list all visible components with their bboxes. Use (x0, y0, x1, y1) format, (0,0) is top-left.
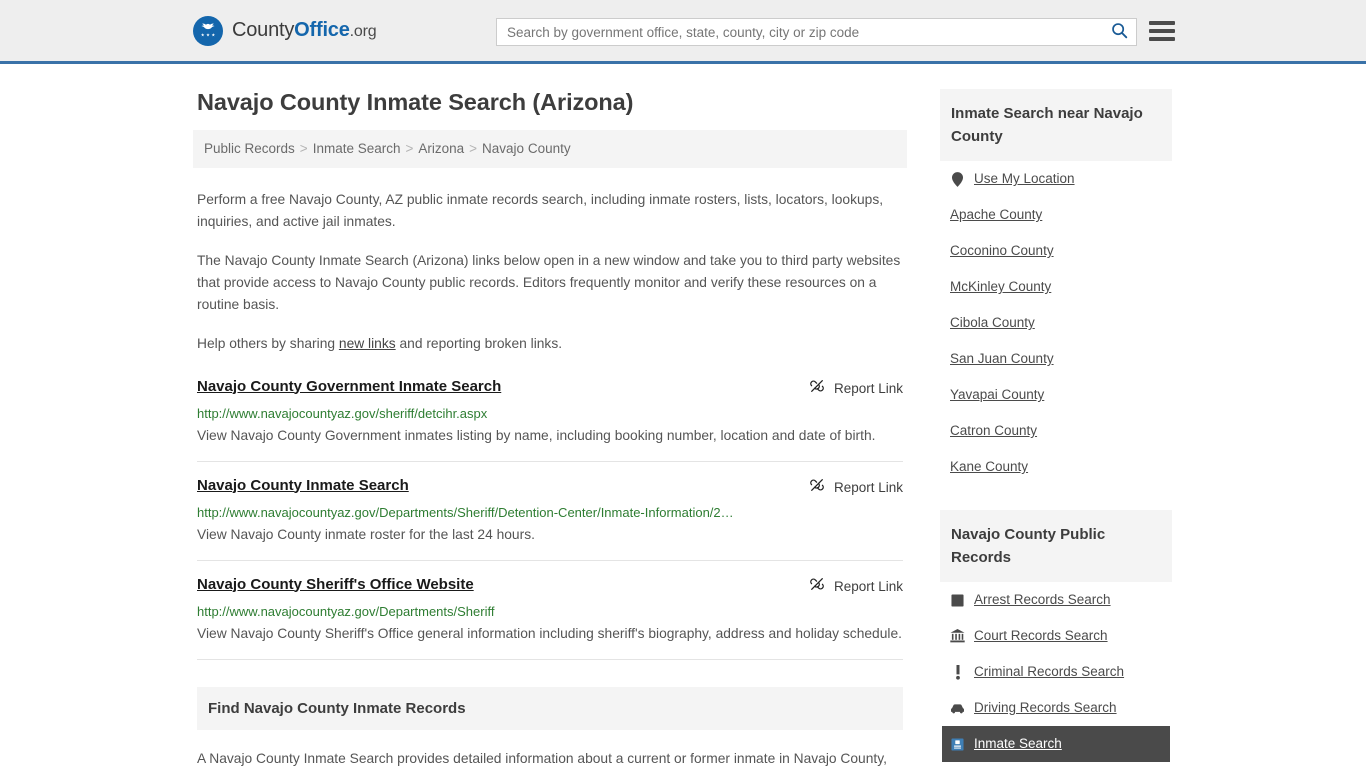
result-item: Navajo County Government Inmate Search R… (197, 377, 903, 462)
results-list: Navajo County Government Inmate Search R… (193, 377, 907, 660)
sidebar-item-cibola-county[interactable]: Cibola County (942, 305, 1170, 341)
sidebar-item-label: Catron County (950, 423, 1038, 438)
sidebar-item-label: Criminal Records Search (974, 664, 1125, 679)
intro-p3-after: and reporting broken links. (395, 335, 563, 351)
hamburger-bar (1149, 37, 1175, 41)
intro-p3-before: Help others by sharing (197, 335, 339, 351)
sidebar-item-court-records-search[interactable]: Court Records Search (942, 618, 1170, 654)
brand-part-office: Office (294, 19, 350, 41)
sidebar-item-kane-county[interactable]: Kane County (942, 449, 1170, 485)
sidebar-item-label: Apache County (950, 207, 1043, 222)
result-item: Navajo County Inmate Search Report Link (197, 476, 903, 561)
sidebar-item-label: Coconino County (950, 243, 1054, 258)
hamburger-bar (1149, 29, 1175, 33)
sidebar-item-san-juan-county[interactable]: San Juan County (942, 341, 1170, 377)
car-icon (950, 701, 965, 716)
report-link-label: Report Link (833, 479, 903, 495)
sidebar-item-arrest-records-search[interactable]: Arrest Records Search (942, 582, 1170, 618)
result-item: Navajo County Sheriff's Office Website R… (197, 575, 903, 660)
courthouse-icon (950, 629, 965, 644)
sidebar-item-coconino-county[interactable]: Coconino County (942, 233, 1170, 269)
brand-part-org: .org (349, 23, 377, 40)
sidebar-item-label: Kane County (950, 459, 1029, 474)
sidebar-item-label: San Juan County (950, 351, 1054, 366)
sidebar-item-label: Arrest Records Search (974, 592, 1111, 607)
sidebar-item-label: Use My Location (974, 171, 1075, 186)
intro-paragraph-1: Perform a free Navajo County, AZ public … (197, 191, 884, 229)
sidebar-item-label: Cibola County (950, 315, 1035, 330)
breadcrumb-item-navajo-county: Navajo County (482, 141, 571, 156)
search-button[interactable] (1102, 19, 1136, 45)
sidebar-item-criminal-records-search[interactable]: Criminal Records Search (942, 654, 1170, 690)
breadcrumb-item-public-records[interactable]: Public Records (204, 141, 295, 156)
sidebar-item-apache-county[interactable]: Apache County (942, 197, 1170, 233)
sidebar-item-label: Court Records Search (974, 628, 1108, 643)
report-link-button[interactable]: Report Link (809, 377, 903, 399)
broken-link-icon (809, 576, 825, 597)
sidebar-item-mckinley-county[interactable]: McKinley County (942, 269, 1170, 305)
search-bar[interactable] (496, 18, 1137, 46)
result-description: View Navajo County Government inmates li… (197, 427, 876, 443)
broken-link-icon (809, 378, 825, 399)
sidebar: Inmate Search near Navajo County Use My … (940, 64, 1172, 762)
result-title-link[interactable]: Navajo County Sheriff's Office Website (197, 575, 474, 595)
public-records-heading: Navajo County Public Records (940, 510, 1172, 582)
result-title-link[interactable]: Navajo County Inmate Search (197, 476, 409, 496)
fingerprint-card-icon (950, 593, 965, 608)
report-link-label: Report Link (833, 380, 903, 396)
brand-wordmark: CountyOffice.org (232, 19, 377, 42)
find-records-section: Find Navajo County Inmate Records A Nava… (193, 686, 907, 768)
sidebar-item-inmate-search[interactable]: Inmate Search (942, 726, 1170, 762)
breadcrumb-separator: > (299, 141, 308, 156)
eagle-shield-logo-icon (193, 15, 223, 46)
report-link-button[interactable]: Report Link (809, 476, 903, 498)
sidebar-item-catron-county[interactable]: Catron County (942, 413, 1170, 449)
brand-part-county: County (232, 19, 295, 41)
result-url[interactable]: http://www.navajocountyaz.gov/Department… (197, 603, 903, 620)
result-description: View Navajo County inmate roster for the… (197, 526, 535, 542)
intro-paragraph-2: The Navajo County Inmate Search (Arizona… (197, 252, 901, 312)
new-links-link[interactable]: new links (339, 336, 396, 351)
sidebar-item-yavapai-county[interactable]: Yavapai County (942, 377, 1170, 413)
main-content: Navajo County Inmate Search (Arizona) Pu… (193, 64, 907, 768)
breadcrumb: Public Records > Inmate Search > Arizona > Nav… (193, 130, 907, 168)
intro-text: Perform a free Navajo County, AZ public … (193, 189, 907, 355)
broken-link-icon (809, 477, 825, 498)
sidebar-item-driving-records-search[interactable]: Driving Records Search (942, 690, 1170, 726)
result-description: View Navajo County Sheriff's Office gene… (197, 625, 902, 641)
id-card-icon (950, 737, 965, 752)
breadcrumb-item-inmate-search[interactable]: Inmate Search (313, 141, 401, 156)
hamburger-menu-icon[interactable] (1149, 20, 1175, 42)
nearby-inmate-search-card: Inmate Search near Navajo County Use My … (940, 89, 1172, 485)
site-header: CountyOffice.org (0, 0, 1366, 64)
report-link-label: Report Link (833, 578, 903, 594)
result-url[interactable]: http://www.navajocountyaz.gov/Department… (197, 504, 903, 521)
sidebar-item-label: Driving Records Search (974, 700, 1117, 715)
hamburger-bar (1149, 21, 1175, 25)
report-link-button[interactable]: Report Link (809, 575, 903, 597)
breadcrumb-separator: > (405, 141, 414, 156)
nearby-card-heading: Inmate Search near Navajo County (940, 89, 1172, 161)
map-pin-icon (950, 171, 965, 187)
breadcrumb-item-arizona[interactable]: Arizona (418, 141, 464, 156)
sidebar-item-use-my-location[interactable]: Use My Location (942, 161, 1170, 197)
exclamation-icon (950, 664, 965, 680)
find-records-paragraph: A Navajo County Inmate Search provides d… (197, 750, 887, 766)
search-input[interactable] (497, 19, 1102, 45)
site-logo-link[interactable]: CountyOffice.org (193, 15, 377, 46)
page-container: Navajo County Inmate Search (Arizona) Pu… (0, 64, 1366, 768)
public-records-card: Navajo County Public Records Arrest Reco… (940, 510, 1172, 762)
result-url[interactable]: http://www.navajocountyaz.gov/sheriff/de… (197, 405, 903, 422)
intro-paragraph-3: Help others by sharing new links and rep… (197, 333, 903, 355)
search-icon (1111, 22, 1128, 42)
find-records-heading: Find Navajo County Inmate Records (197, 686, 903, 730)
breadcrumb-separator: > (469, 141, 478, 156)
sidebar-item-label: Yavapai County (950, 387, 1045, 402)
sidebar-item-label: Inmate Search (974, 736, 1062, 751)
sidebar-item-label: McKinley County (950, 279, 1052, 294)
result-title-link[interactable]: Navajo County Government Inmate Search (197, 377, 501, 397)
page-title: Navajo County Inmate Search (Arizona) (197, 89, 634, 115)
